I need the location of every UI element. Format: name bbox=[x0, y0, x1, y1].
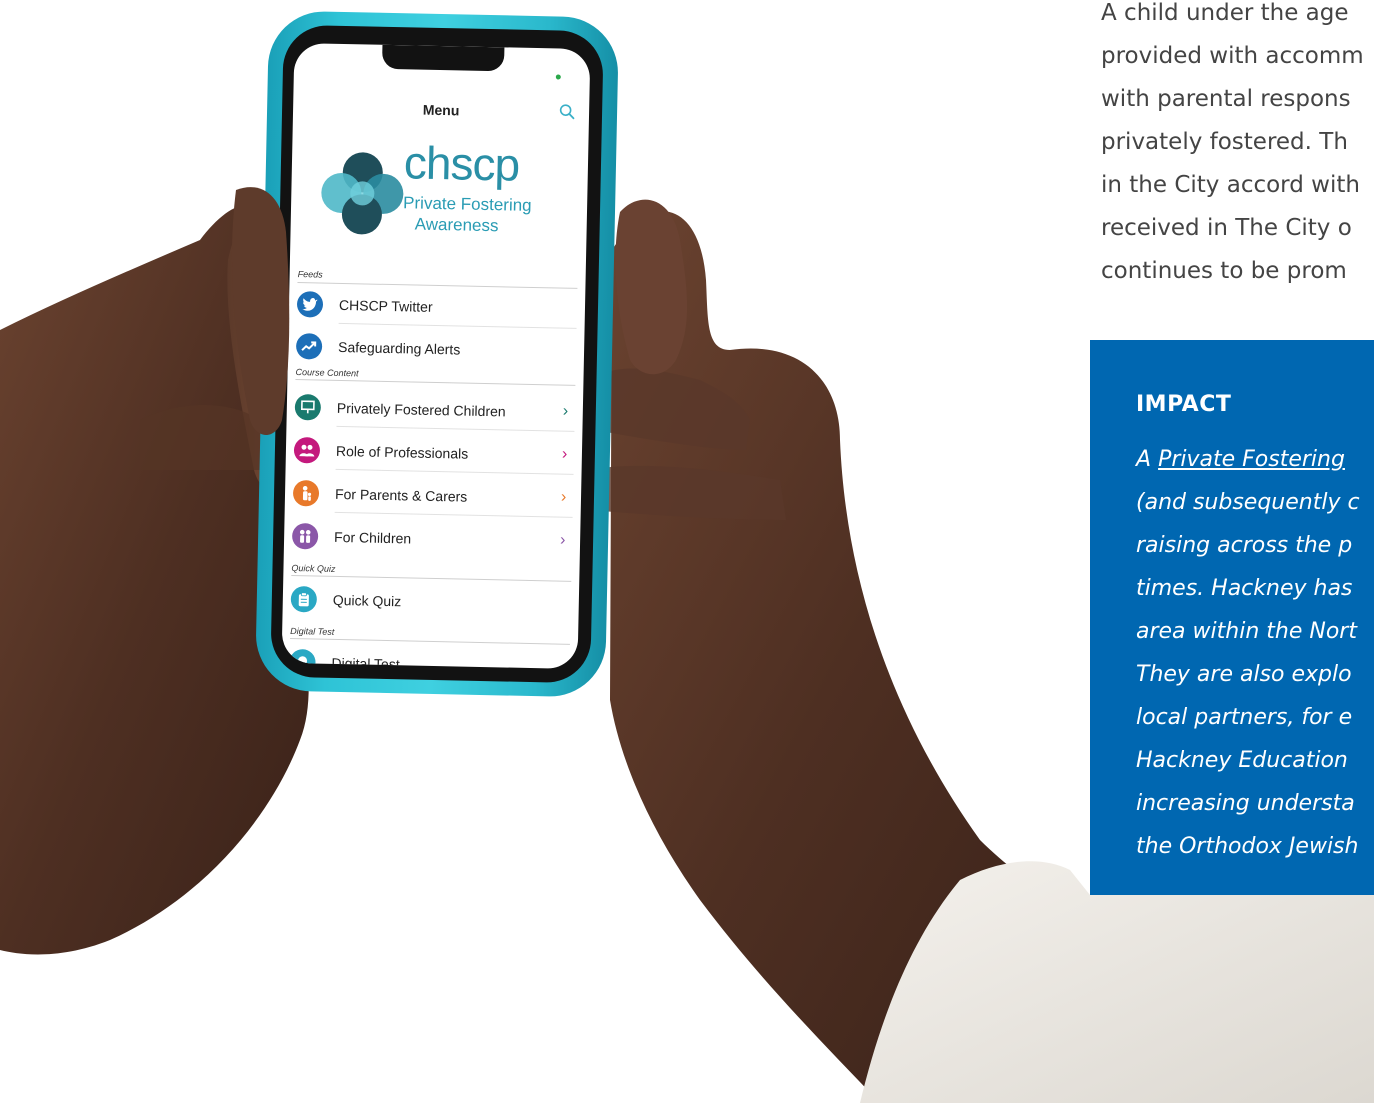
page: A child under the age provided with acco… bbox=[0, 0, 1374, 1103]
right-thumb-front bbox=[615, 199, 688, 375]
left-thumb-front bbox=[231, 187, 290, 435]
thumbs-foreground bbox=[231, 187, 688, 435]
